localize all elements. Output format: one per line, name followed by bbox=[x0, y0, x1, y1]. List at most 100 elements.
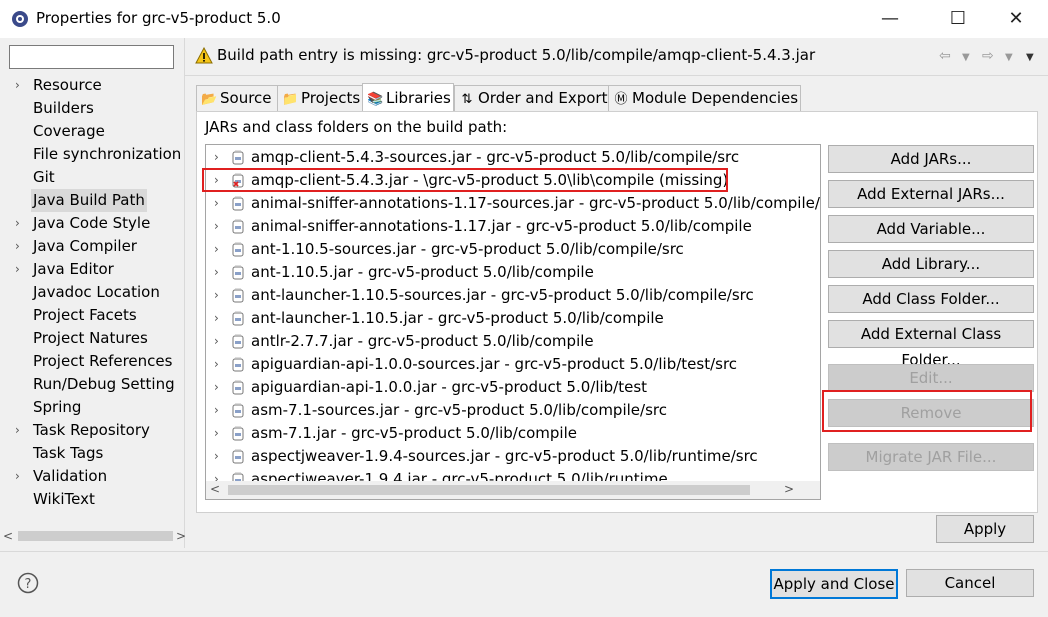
jar-icon bbox=[232, 219, 244, 234]
jar-icon bbox=[232, 449, 244, 464]
expand-arrow-icon[interactable]: › bbox=[214, 330, 219, 353]
add-class-folder-button[interactable]: Add Class Folder... bbox=[828, 285, 1034, 313]
scroll-left-icon[interactable]: < bbox=[3, 529, 13, 543]
expand-arrow-icon[interactable]: › bbox=[214, 215, 219, 238]
module-icon: Ⓜ bbox=[614, 92, 628, 107]
expand-arrow-icon[interactable]: › bbox=[214, 192, 219, 215]
expand-arrow-icon[interactable]: › bbox=[214, 445, 219, 468]
add-external-jars-button[interactable]: Add External JARs... bbox=[828, 180, 1034, 208]
projects-icon: 📁 bbox=[282, 92, 299, 107]
scroll-right-icon[interactable]: > bbox=[784, 482, 794, 496]
jar-icon bbox=[232, 265, 244, 280]
close-button[interactable]: ✕ bbox=[993, 0, 1039, 38]
minimize-button[interactable]: — bbox=[867, 0, 913, 38]
add-variable-button[interactable]: Add Variable... bbox=[828, 215, 1034, 243]
list-hscroll-thumb[interactable] bbox=[228, 485, 750, 495]
expand-arrow-icon[interactable]: › bbox=[15, 465, 27, 488]
header-separator bbox=[185, 75, 1048, 76]
tab-source[interactable]: 📂 Source bbox=[196, 85, 278, 111]
library-entry-text: animal-sniffer-annotations-1.17-sources.… bbox=[251, 194, 821, 212]
library-entry-text: apiguardian-api-1.0.0-sources.jar - grc-… bbox=[251, 355, 738, 373]
nav-item-label: Java Build Path bbox=[31, 189, 147, 212]
back-icon[interactable]: ⇦ bbox=[939, 48, 951, 64]
library-entry-text: ant-1.10.5-sources.jar - grc-v5-product … bbox=[251, 240, 684, 258]
scroll-right-icon[interactable]: > bbox=[176, 529, 186, 543]
list-horizontal-scrollbar[interactable]: < > bbox=[206, 481, 820, 499]
tab-label: Libraries bbox=[386, 89, 451, 107]
apply-button[interactable]: Apply bbox=[936, 515, 1034, 543]
tab-module-dependencies[interactable]: Ⓜ Module Dependencies bbox=[608, 85, 801, 111]
expand-arrow-icon[interactable]: › bbox=[214, 422, 219, 445]
library-entry-text: ant-launcher-1.10.5-sources.jar - grc-v5… bbox=[251, 286, 754, 304]
nav-item-label: Spring bbox=[33, 398, 82, 416]
view-menu-icon[interactable]: ▼ bbox=[1026, 52, 1034, 63]
expand-arrow-icon[interactable]: › bbox=[214, 353, 219, 376]
jar-icon bbox=[232, 242, 244, 257]
footer-separator bbox=[0, 551, 1048, 552]
library-entry-text: asm-7.1.jar - grc-v5-product 5.0/lib/com… bbox=[251, 424, 577, 442]
expand-arrow-icon[interactable]: › bbox=[214, 399, 219, 422]
expand-arrow-icon[interactable]: › bbox=[15, 419, 27, 442]
eclipse-gear-icon bbox=[12, 11, 28, 27]
tab-strip: 📂 Source 📁 Projects 📚 Libraries ⇅ Order and … bbox=[196, 83, 1036, 113]
nav-item-label: WikiText bbox=[33, 490, 95, 508]
migrate-jar-button[interactable]: Migrate JAR File... bbox=[828, 443, 1034, 471]
library-entry-text: amqp-client-5.4.3-sources.jar - grc-v5-p… bbox=[251, 148, 740, 166]
cancel-button[interactable]: Cancel bbox=[906, 569, 1034, 597]
tab-libraries[interactable]: 📚 Libraries bbox=[362, 83, 454, 113]
source-folder-icon: 📂 bbox=[201, 92, 218, 107]
svg-text:?: ? bbox=[25, 577, 32, 592]
left-divider bbox=[184, 38, 185, 548]
libraries-icon: 📚 bbox=[367, 92, 384, 107]
expand-arrow-icon[interactable]: › bbox=[214, 307, 219, 330]
nav-horizontal-scrollbar[interactable]: < > bbox=[0, 527, 186, 545]
expand-arrow-icon[interactable]: › bbox=[214, 146, 219, 169]
jar-icon bbox=[232, 426, 244, 441]
add-library-button[interactable]: Add Library... bbox=[828, 250, 1034, 278]
forward-dropdown-icon[interactable]: ▼ bbox=[1005, 52, 1013, 63]
maximize-button[interactable]: ☐ bbox=[935, 0, 981, 38]
scroll-left-icon[interactable]: < bbox=[210, 482, 220, 496]
nav-item-label: Project Natures bbox=[33, 329, 148, 347]
back-dropdown-icon[interactable]: ▼ bbox=[962, 52, 970, 63]
expand-arrow-icon[interactable]: › bbox=[15, 235, 27, 258]
expand-arrow-icon[interactable]: › bbox=[15, 258, 27, 281]
library-entry-text: ant-launcher-1.10.5.jar - grc-v5-product… bbox=[251, 309, 664, 327]
expand-arrow-icon[interactable]: › bbox=[214, 376, 219, 399]
nav-item-label: Git bbox=[33, 168, 55, 186]
filter-input[interactable] bbox=[9, 45, 174, 69]
forward-icon[interactable]: ⇨ bbox=[982, 48, 994, 64]
expand-arrow-icon[interactable]: › bbox=[214, 261, 219, 284]
jar-icon bbox=[232, 380, 244, 395]
library-entry-text: antlr-2.7.7.jar - grc-v5-product 5.0/lib… bbox=[251, 332, 594, 350]
remove-highlight bbox=[822, 390, 1032, 432]
jar-icon bbox=[232, 196, 244, 211]
nav-item-label: Builders bbox=[33, 99, 94, 117]
status-message: Build path entry is missing: grc-v5-prod… bbox=[217, 46, 816, 64]
edit-button[interactable]: Edit... bbox=[828, 364, 1034, 392]
jar-icon bbox=[232, 334, 244, 349]
nav-item-label: Run/Debug Setting bbox=[33, 375, 175, 393]
add-external-class-folder-button[interactable]: Add External Class Folder... bbox=[828, 320, 1034, 369]
libraries-list[interactable]: › amqp-client-5.4.3-sources.jar - grc-v5-… bbox=[205, 144, 821, 500]
nav-item-label: Java Compiler bbox=[33, 237, 137, 255]
libraries-heading: JARs and class folders on the build path… bbox=[205, 118, 508, 136]
order-export-icon: ⇅ bbox=[461, 92, 473, 107]
expand-arrow-icon[interactable]: › bbox=[15, 212, 27, 235]
help-icon[interactable]: ? bbox=[17, 572, 39, 594]
jar-icon bbox=[232, 403, 244, 418]
jar-icon bbox=[232, 357, 244, 372]
nav-item-label: Validation bbox=[33, 467, 108, 485]
jar-icon bbox=[232, 150, 244, 165]
warning-icon bbox=[195, 47, 213, 64]
jar-icon bbox=[232, 311, 244, 326]
expand-arrow-icon[interactable]: › bbox=[15, 74, 27, 97]
nav-item-label: File synchronization bbox=[33, 145, 182, 163]
nav-scroll-thumb[interactable] bbox=[18, 531, 173, 541]
add-jars-button[interactable]: Add JARs... bbox=[828, 145, 1034, 173]
expand-arrow-icon[interactable]: › bbox=[214, 238, 219, 261]
tab-order-export[interactable]: ⇅ Order and Export bbox=[454, 85, 609, 111]
apply-and-close-button[interactable]: Apply and Close bbox=[770, 569, 898, 599]
tab-projects[interactable]: 📁 Projects bbox=[277, 85, 363, 111]
expand-arrow-icon[interactable]: › bbox=[214, 284, 219, 307]
